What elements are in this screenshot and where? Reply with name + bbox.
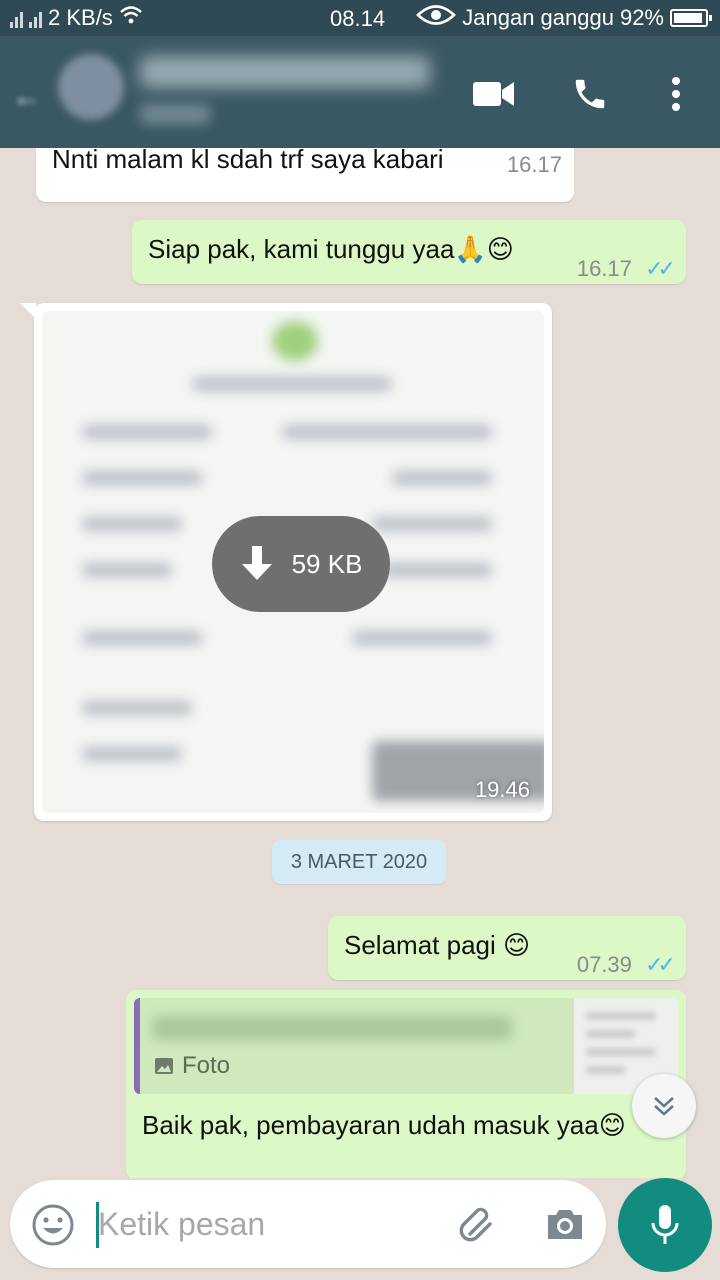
- message-time: 19.46: [474, 777, 530, 802]
- message-text: Selamat pagi 😊: [344, 930, 531, 960]
- status-bar: 2 KB/s 08.14 Jangan ganggu 92%: [0, 0, 720, 36]
- read-ticks-icon: ✓✓: [645, 256, 676, 281]
- battery-icon: [670, 9, 712, 27]
- message-text: Nnti malam kl sdah trf saya kabari: [52, 148, 444, 174]
- camera-icon[interactable]: [542, 1202, 588, 1248]
- net-speed: 2 KB/s: [48, 5, 113, 30]
- contact-name-redacted[interactable]: [140, 56, 430, 88]
- more-vert-icon[interactable]: [652, 70, 700, 118]
- download-button[interactable]: 59 KB: [212, 516, 390, 612]
- back-arrow-icon[interactable]: ←: [12, 80, 42, 114]
- dnd-label: Jangan ganggu: [462, 5, 614, 30]
- quoted-sender-redacted: [152, 1016, 512, 1040]
- photo-icon: [155, 1058, 173, 1074]
- phone-icon[interactable]: [566, 70, 614, 118]
- message-outgoing[interactable]: Selamat pagi 😊 07.39 ✓✓: [328, 916, 686, 980]
- message-meta: 07.39 ✓✓: [576, 948, 676, 979]
- message-text: Siap pak, kami tunggu yaa🙏😊: [148, 234, 514, 264]
- battery-percent: 92%: [619, 5, 664, 30]
- message-outgoing-reply[interactable]: Foto Baik pak, pembayaran udah masuk yaa…: [126, 990, 686, 1178]
- contact-status-redacted: [140, 104, 210, 124]
- message-time: 16.17: [506, 152, 562, 177]
- download-size: 59 KB: [291, 548, 363, 579]
- emoji-icon[interactable]: [30, 1202, 76, 1248]
- eye-icon: [416, 4, 457, 32]
- mic-icon: [651, 1205, 679, 1244]
- double-chevron-down-icon: [654, 1097, 674, 1116]
- message-outgoing[interactable]: Siap pak, kami tunggu yaa🙏😊 16.17 ✓✓: [132, 220, 686, 284]
- quoted-type: Foto: [154, 1052, 230, 1080]
- wifi-icon: [119, 5, 143, 31]
- download-arrow-icon: [241, 546, 272, 580]
- message-time: 16.17: [576, 256, 632, 281]
- signal-2-icon: [29, 8, 42, 28]
- status-time: 08.14: [330, 6, 386, 31]
- chat-area[interactable]: Nnti malam kl sdah trf saya kabari 16.17…: [0, 148, 720, 1178]
- message-input[interactable]: Ketik pesan: [98, 1206, 265, 1243]
- signal-1-icon: [10, 8, 23, 28]
- image-preview-blurred[interactable]: 59 KB 19.46: [42, 311, 544, 813]
- chat-header: ←: [0, 36, 720, 148]
- quoted-type-label: Foto: [182, 1052, 231, 1079]
- date-separator: 3 MARET 2020: [272, 840, 446, 884]
- message-incoming[interactable]: Nnti malam kl sdah trf saya kabari 16.17: [36, 148, 574, 202]
- quote-bar: [134, 998, 140, 1094]
- avatar[interactable]: [58, 54, 124, 120]
- scroll-down-button[interactable]: [632, 1074, 696, 1138]
- status-left: 2 KB/s: [10, 5, 143, 31]
- read-ticks-icon: ✓✓: [645, 952, 676, 977]
- attach-icon[interactable]: [454, 1202, 500, 1248]
- mic-button[interactable]: [618, 1178, 712, 1272]
- message-meta: 16.17 ✓✓: [576, 252, 676, 283]
- status-right: Jangan ganggu 92%: [416, 4, 712, 32]
- message-composer[interactable]: Ketik pesan: [10, 1180, 606, 1268]
- image-message[interactable]: 59 KB 19.46: [20, 303, 552, 821]
- quoted-message[interactable]: Foto: [134, 998, 678, 1094]
- message-text: Baik pak, pembayaran udah masuk yaa😊: [142, 1110, 626, 1140]
- video-call-icon[interactable]: [470, 70, 518, 118]
- message-time: 07.39: [576, 952, 632, 977]
